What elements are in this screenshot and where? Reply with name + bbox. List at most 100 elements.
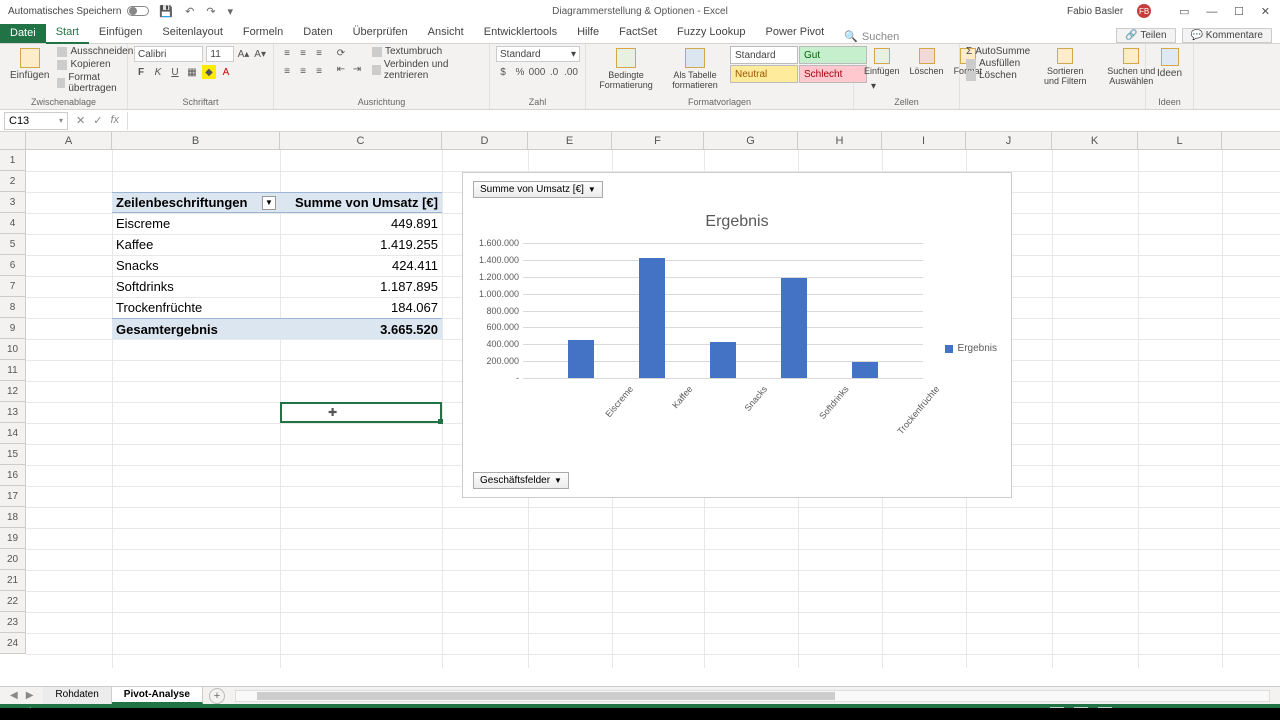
sheet-tab-pivot-analyse[interactable]: Pivot-Analyse (112, 687, 203, 704)
share-button[interactable]: 🔗 Teilen (1116, 28, 1175, 43)
font-color-button[interactable]: A (219, 65, 233, 79)
chart-bar[interactable] (781, 278, 807, 378)
tab-seitenlayout[interactable]: Seitenlayout (152, 23, 233, 43)
decrease-font-icon[interactable]: A▾ (253, 47, 267, 61)
align-left-icon[interactable]: ≡ (280, 65, 294, 79)
orientation-icon[interactable]: ⟳ (334, 46, 348, 60)
chart-axis-filter-button[interactable]: Geschäftsfelder ▼ (473, 472, 569, 489)
dec-decimal-icon[interactable]: .00 (564, 65, 578, 79)
pivot-cell[interactable]: Gesamtergebnis (112, 318, 280, 339)
tab-daten[interactable]: Daten (293, 23, 342, 43)
insert-cells-button[interactable]: Einfügen (860, 46, 904, 78)
percent-icon[interactable]: % (513, 65, 527, 79)
number-format-select[interactable]: Standard ▾ (496, 46, 580, 62)
pivot-cell[interactable]: Zeilenbeschriftungen▼ (112, 192, 280, 213)
format-painter-button[interactable]: Format übertragen (57, 72, 133, 94)
wrap-text-button[interactable]: Textumbruch (372, 46, 483, 57)
cell-styles-gallery[interactable]: Standard Gut Neutral Schlecht (730, 46, 867, 83)
ideas-button[interactable]: Ideen (1152, 46, 1187, 81)
horizontal-scrollbar[interactable] (235, 690, 1270, 702)
chart-bar[interactable] (710, 342, 736, 378)
col-header-J[interactable]: J (966, 132, 1052, 149)
pivot-cell[interactable]: 1.419.255 (280, 234, 442, 255)
pivot-cell[interactable]: 1.187.895 (280, 276, 442, 297)
tab-fuzzy lookup[interactable]: Fuzzy Lookup (667, 23, 755, 43)
italic-button[interactable]: K (151, 65, 165, 79)
tab-formeln[interactable]: Formeln (233, 23, 293, 43)
fx-icon[interactable]: fx (110, 114, 119, 127)
pivot-cell[interactable]: Snacks (112, 255, 280, 276)
indent-increase-icon[interactable]: ⇥ (350, 62, 364, 76)
indent-decrease-icon[interactable]: ⇤ (334, 62, 348, 76)
save-icon[interactable]: 💾 (159, 5, 173, 18)
row-header-16[interactable]: 16 (0, 465, 26, 486)
formula-input[interactable] (127, 112, 1280, 130)
border-button[interactable]: ▦ (185, 65, 199, 79)
col-header-A[interactable]: A (26, 132, 112, 149)
row-header-8[interactable]: 8 (0, 297, 26, 318)
row-header-3[interactable]: 3 (0, 192, 26, 213)
row-header-7[interactable]: 7 (0, 276, 26, 297)
increase-font-icon[interactable]: A▴ (237, 47, 251, 61)
row-header-14[interactable]: 14 (0, 423, 26, 444)
tab-hilfe[interactable]: Hilfe (567, 23, 609, 43)
sheet-tab-rohdaten[interactable]: Rohdaten (43, 687, 111, 704)
comma-icon[interactable]: 000 (530, 65, 544, 79)
autosum-button[interactable]: ΣAutoSumme (966, 46, 1030, 57)
row-header-11[interactable]: 11 (0, 360, 26, 381)
conditional-format-button[interactable]: Bedingte Formatierung (592, 46, 660, 92)
chart-bar[interactable] (852, 362, 878, 378)
row-header-12[interactable]: 12 (0, 381, 26, 402)
row-header-20[interactable]: 20 (0, 549, 26, 570)
select-all-corner[interactable] (0, 132, 26, 149)
fill-color-button[interactable]: ◆ (202, 65, 216, 79)
pivot-cell[interactable]: 449.891 (280, 213, 442, 234)
pivot-cell[interactable]: 424.411 (280, 255, 442, 276)
row-header-22[interactable]: 22 (0, 591, 26, 612)
copy-button[interactable]: Kopieren (57, 59, 133, 70)
row-header-21[interactable]: 21 (0, 570, 26, 591)
currency-icon[interactable]: $ (496, 65, 510, 79)
row-header-24[interactable]: 24 (0, 633, 26, 654)
qat-dropdown-icon[interactable]: ▾ (228, 5, 234, 18)
delete-cells-button[interactable]: Löschen (906, 46, 948, 78)
fill-button[interactable]: Ausfüllen (966, 58, 1030, 69)
col-header-L[interactable]: L (1138, 132, 1222, 149)
pivot-chart[interactable]: Summe von Umsatz [€] ▼ Ergebnis 1.600.00… (462, 172, 1012, 498)
row-header-2[interactable]: 2 (0, 171, 26, 192)
format-as-table-button[interactable]: Als Tabelle formatieren (664, 46, 726, 92)
pivot-cell[interactable]: Eiscreme (112, 213, 280, 234)
ribbon-options-icon[interactable]: ▭ (1179, 6, 1189, 18)
col-header-G[interactable]: G (704, 132, 798, 149)
pivot-cell[interactable]: Trockenfrüchte (112, 297, 280, 318)
tab-power pivot[interactable]: Power Pivot (756, 23, 835, 43)
merge-button[interactable]: Verbinden und zentrieren (372, 59, 483, 81)
pivot-row-dropdown[interactable]: ▼ (262, 196, 276, 210)
col-header-I[interactable]: I (882, 132, 966, 149)
clear-button[interactable]: Löschen (966, 70, 1030, 81)
row-header-19[interactable]: 19 (0, 528, 26, 549)
font-size-select[interactable]: 11 (206, 46, 233, 62)
col-header-K[interactable]: K (1052, 132, 1138, 149)
row-header-10[interactable]: 10 (0, 339, 26, 360)
cancel-formula-icon[interactable]: ✕ (76, 114, 85, 127)
chart-value-filter-button[interactable]: Summe von Umsatz [€] ▼ (473, 181, 603, 198)
tab-factset[interactable]: FactSet (609, 23, 667, 43)
redo-icon[interactable]: ↷ (206, 5, 215, 18)
row-header-1[interactable]: 1 (0, 150, 26, 171)
bold-button[interactable]: F (134, 65, 148, 79)
pivot-cell[interactable]: Kaffee (112, 234, 280, 255)
sheet-nav-prev-icon[interactable]: ◀ (10, 690, 18, 701)
comments-button[interactable]: 💬 Kommentare (1182, 28, 1272, 43)
paste-button[interactable]: Einfügen (6, 46, 53, 83)
col-header-F[interactable]: F (612, 132, 704, 149)
col-header-H[interactable]: H (798, 132, 882, 149)
add-sheet-button[interactable]: + (209, 688, 225, 704)
row-header-15[interactable]: 15 (0, 444, 26, 465)
tab-entwicklertools[interactable]: Entwicklertools (474, 23, 567, 43)
maximize-icon[interactable]: ☐ (1234, 6, 1244, 18)
row-header-13[interactable]: 13 (0, 402, 26, 423)
chart-bar[interactable] (568, 340, 594, 378)
align-top-icon[interactable]: ≡ (280, 46, 294, 60)
accept-formula-icon[interactable]: ✓ (93, 114, 102, 127)
